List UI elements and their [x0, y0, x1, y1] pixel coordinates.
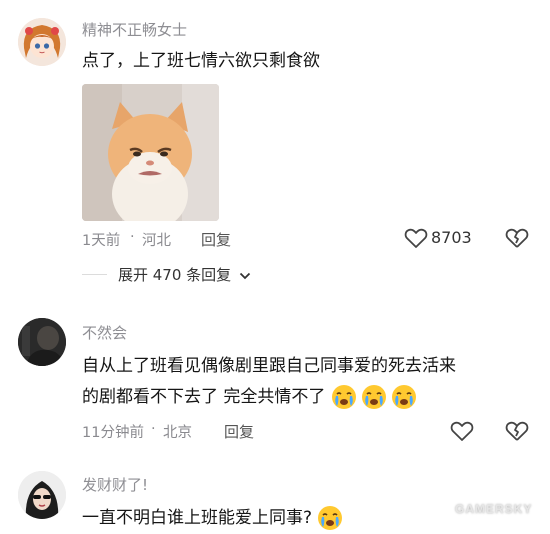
user-avatar[interactable]	[18, 318, 66, 366]
expand-replies-link[interactable]: 展开 470 条回复	[118, 264, 251, 285]
dark-photo-avatar-icon	[18, 318, 66, 366]
comment-time: 11分钟前	[82, 425, 144, 441]
comment-text: 的剧都看不下去了 完全共情不了	[82, 387, 326, 407]
comment-text-line: 自从上了班看见偶像剧里跟自己同事爱的死去活来	[82, 356, 456, 376]
comment-username[interactable]: 不然会	[82, 322, 127, 343]
heart-icon	[450, 421, 474, 441]
woman-sunglasses-avatar-icon	[18, 471, 66, 519]
sad-cat-meme-icon	[82, 84, 219, 221]
broken-heart-icon	[505, 421, 529, 441]
comment-image[interactable]	[82, 84, 219, 221]
like-button[interactable]	[450, 420, 474, 446]
user-avatar[interactable]	[18, 471, 66, 519]
expand-divider	[82, 274, 107, 275]
comment-location: 北京	[163, 425, 192, 441]
crying-face-icon	[361, 385, 386, 409]
anime-girl-avatar-icon	[18, 18, 66, 66]
comment-text: 点了，上了班七情六欲只剩食欲	[82, 51, 320, 71]
crying-face-icon	[391, 385, 416, 409]
meta-dot: ·	[151, 421, 156, 437]
comment-username[interactable]: 发财财了!	[82, 474, 148, 495]
comment-time: 1天前	[82, 233, 121, 249]
comment-location: 河北	[142, 233, 171, 249]
crying-face-icon	[331, 385, 356, 409]
meta-dot: ·	[130, 229, 135, 245]
comment-username[interactable]: 精神不正畅女士	[82, 19, 187, 40]
chevron-down-icon	[239, 272, 251, 279]
crying-face-icon	[318, 506, 343, 530]
reply-button[interactable]: 回复	[201, 229, 231, 250]
dislike-button[interactable]	[505, 227, 529, 253]
comment-text-line: 的剧都看不下去了 完全共情不了	[82, 382, 417, 413]
broken-heart-icon	[505, 228, 529, 248]
comment-text: 一直不明白谁上班能爱上同事?	[82, 508, 313, 528]
dislike-button[interactable]	[505, 420, 529, 446]
reply-button[interactable]: 回复	[224, 421, 254, 442]
heart-icon	[404, 228, 428, 248]
user-avatar[interactable]	[18, 18, 66, 66]
expand-replies-label: 展开 470 条回复	[118, 266, 232, 284]
watermark: GAMERSKY	[455, 502, 533, 516]
comment-text-line: 一直不明白谁上班能爱上同事?	[82, 503, 343, 534]
like-count: 8703	[431, 228, 472, 247]
